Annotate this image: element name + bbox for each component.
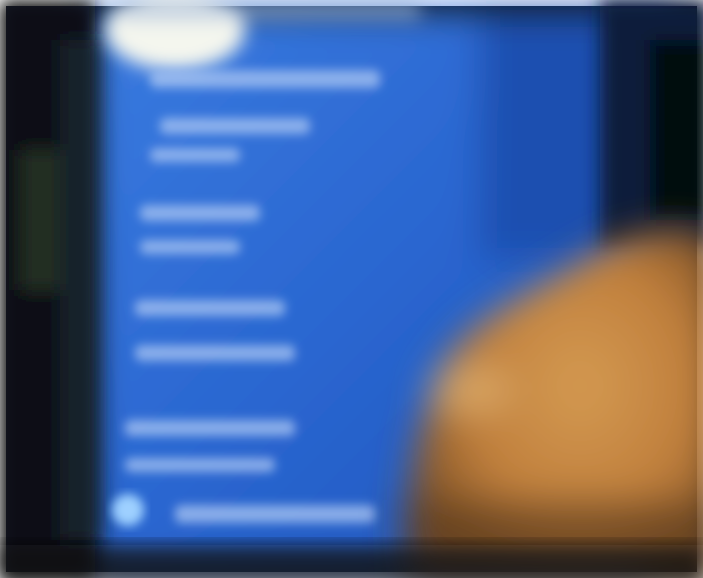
menu-row-text-blur [125, 458, 275, 472]
menu-row-text-blur [150, 70, 380, 88]
menu-row-text-blur [150, 148, 240, 162]
menu-row-text-blur [160, 118, 310, 134]
blurred-photo [0, 0, 703, 578]
photo-scene [0, 0, 703, 578]
menu-row-text-blur [135, 300, 285, 316]
phone-bezel-left [0, 0, 100, 578]
menu-row-text-blur [140, 205, 260, 221]
menu-row-text-blur [135, 345, 295, 361]
menu-row-text-blur [140, 240, 240, 254]
bottom-edge [0, 545, 703, 578]
photo-area [0, 0, 703, 578]
top-right-edge [600, 0, 703, 250]
bullet-icon [112, 494, 144, 526]
menu-row-text-blur [175, 505, 375, 523]
menu-row-text-blur [125, 420, 295, 436]
